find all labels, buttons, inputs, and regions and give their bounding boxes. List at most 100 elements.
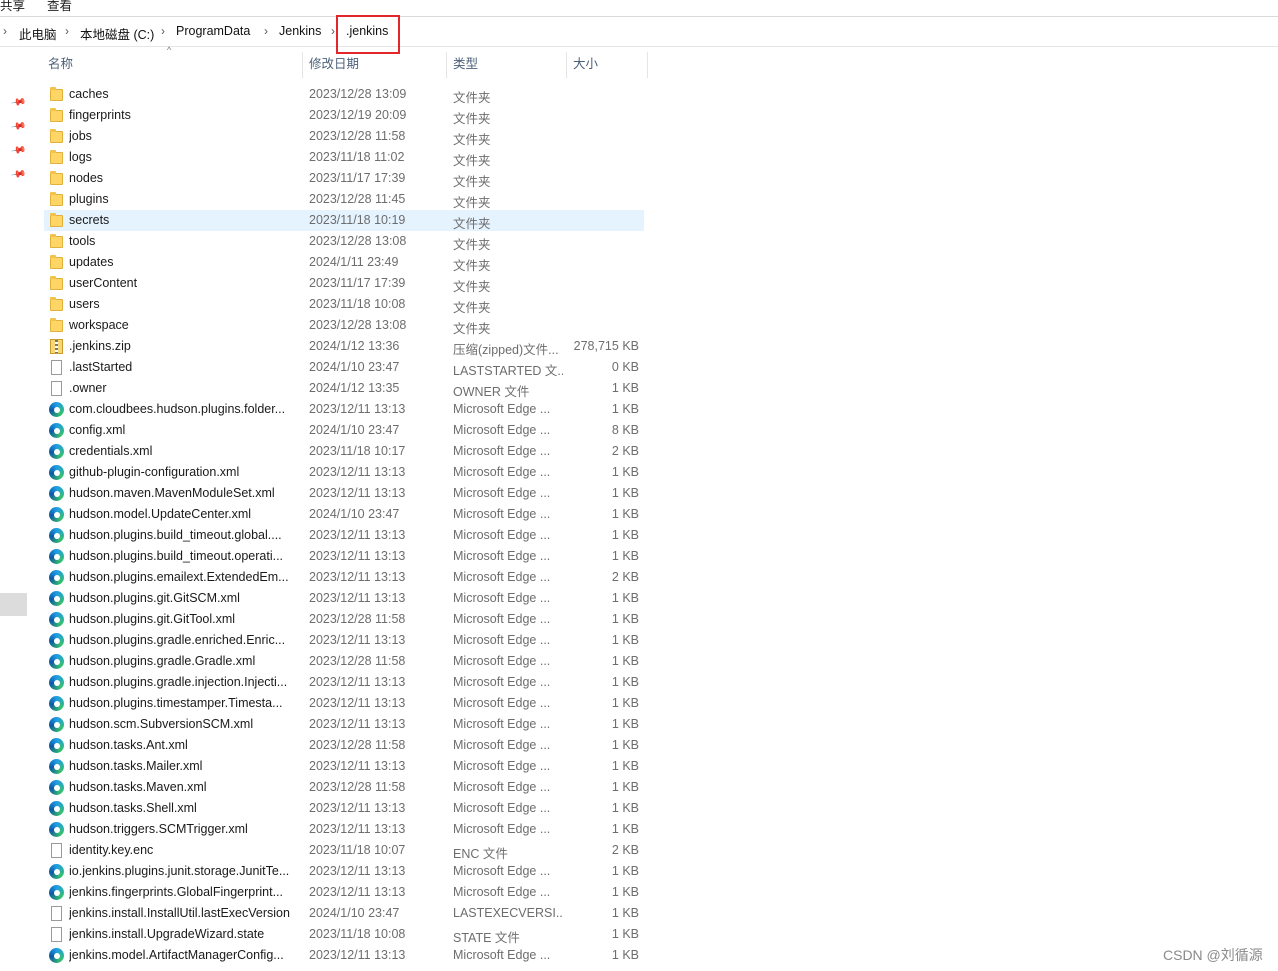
file-row[interactable]: hudson.tasks.Shell.xml 2023/12/11 13:13 Mi… bbox=[44, 798, 644, 819]
file-row[interactable]: logs 2023/11/18 11:02 文件夹 bbox=[44, 147, 644, 168]
file-row[interactable]: fingerprints 2023/12/19 20:09 文件夹 bbox=[44, 105, 644, 126]
file-row[interactable]: nodes 2023/11/17 17:39 文件夹 bbox=[44, 168, 644, 189]
file-row[interactable]: io.jenkins.plugins.junit.storage.JunitTe… bbox=[44, 861, 644, 882]
file-modified-date: 2023/12/28 11:45 bbox=[309, 192, 406, 206]
file-modified-date: 2023/11/18 10:07 bbox=[309, 843, 406, 857]
folder-icon bbox=[49, 192, 64, 207]
file-size: 1 KB bbox=[611, 675, 639, 689]
column-header-date[interactable]: 修改日期 bbox=[303, 50, 446, 78]
file-row[interactable]: .owner 2024/1/12 13:35 OWNER 文件 1 KB bbox=[44, 378, 644, 399]
file-name: hudson.tasks.Ant.xml bbox=[69, 738, 188, 752]
file-row[interactable]: userContent 2023/11/17 17:39 文件夹 bbox=[44, 273, 644, 294]
folder-icon bbox=[49, 297, 64, 312]
breadcrumb-programdata[interactable]: ProgramData bbox=[176, 24, 250, 38]
pin-icon[interactable]: 📌 bbox=[10, 94, 27, 110]
file-row[interactable]: com.cloudbees.hudson.plugins.folder... 20… bbox=[44, 399, 644, 420]
chevron-right-icon[interactable]: › bbox=[65, 24, 69, 38]
file-name: userContent bbox=[69, 276, 138, 290]
file-modified-date: 2023/11/17 17:39 bbox=[309, 171, 406, 185]
folder-icon bbox=[49, 150, 64, 165]
breadcrumb-local-disk[interactable]: 本地磁盘 (C:) bbox=[80, 24, 154, 43]
file-size: 1 KB bbox=[611, 465, 639, 479]
file-row[interactable]: users 2023/11/18 10:08 文件夹 bbox=[44, 294, 644, 315]
edge-icon bbox=[49, 885, 64, 900]
file-icon-shape bbox=[51, 381, 62, 396]
file-type: Microsoft Edge ... bbox=[453, 654, 551, 668]
file-row[interactable]: github-plugin-configuration.xml 2023/12/1… bbox=[44, 462, 644, 483]
file-row[interactable]: caches 2023/12/28 13:09 文件夹 bbox=[44, 84, 644, 105]
file-row[interactable]: secrets 2023/11/18 10:19 文件夹 bbox=[44, 210, 644, 231]
file-modified-date: 2023/12/28 11:58 bbox=[309, 738, 406, 752]
chevron-right-icon[interactable]: › bbox=[161, 24, 165, 38]
file-size: 1 KB bbox=[611, 381, 639, 395]
chevron-right-icon[interactable]: › bbox=[331, 24, 335, 38]
chevron-right-icon[interactable]: › bbox=[3, 24, 7, 38]
breadcrumb-jenkins[interactable]: Jenkins bbox=[279, 24, 321, 38]
file-row[interactable]: jenkins.install.InstallUtil.lastExecVers… bbox=[44, 903, 644, 924]
breadcrumb-this-pc[interactable]: 此电脑 bbox=[19, 24, 57, 43]
file-row[interactable]: hudson.plugins.gradle.injection.Injecti.… bbox=[44, 672, 644, 693]
file-row[interactable]: jenkins.model.ArtifactManagerConfig... 20… bbox=[44, 945, 644, 966]
file-name: jenkins.install.UpgradeWizard.state bbox=[69, 927, 265, 941]
file-row[interactable]: hudson.plugins.gradle.Gradle.xml 2023/12/… bbox=[44, 651, 644, 672]
file-row[interactable]: jenkins.fingerprints.GlobalFingerprint..… bbox=[44, 882, 644, 903]
file-row[interactable]: hudson.plugins.git.GitSCM.xml 2023/12/11 … bbox=[44, 588, 644, 609]
file-row[interactable]: hudson.maven.MavenModuleSet.xml 2023/12/1… bbox=[44, 483, 644, 504]
folder-icon-shape bbox=[50, 297, 63, 311]
file-name: hudson.tasks.Shell.xml bbox=[69, 801, 197, 815]
file-row[interactable]: jenkins.install.UpgradeWizard.state 2023/… bbox=[44, 924, 644, 945]
scrollbar-thumb[interactable] bbox=[0, 593, 27, 616]
file-row[interactable]: hudson.plugins.git.GitTool.xml 2023/12/28… bbox=[44, 609, 644, 630]
file-modified-date: 2023/12/11 13:13 bbox=[309, 822, 406, 836]
ribbon-tab-view[interactable]: 查看 bbox=[47, 0, 72, 14]
chevron-right-icon[interactable]: › bbox=[264, 24, 268, 38]
file-size: 1 KB bbox=[611, 549, 639, 563]
file-name: updates bbox=[69, 255, 114, 269]
file-modified-date: 2023/11/17 17:39 bbox=[309, 276, 406, 290]
file-size: 8 KB bbox=[611, 423, 639, 437]
file-modified-date: 2024/1/10 23:47 bbox=[309, 423, 400, 437]
file-row[interactable]: hudson.tasks.Maven.xml 2023/12/28 11:58 Mi… bbox=[44, 777, 644, 798]
pin-icon[interactable]: 📌 bbox=[10, 142, 27, 158]
file-row[interactable]: updates 2024/1/11 23:49 文件夹 bbox=[44, 252, 644, 273]
folder-icon-shape bbox=[50, 129, 63, 143]
file-row[interactable]: jobs 2023/12/28 11:58 文件夹 bbox=[44, 126, 644, 147]
file-modified-date: 2023/12/11 13:13 bbox=[309, 675, 406, 689]
pin-icon[interactable]: 📌 bbox=[10, 118, 27, 134]
file-row[interactable]: identity.key.enc 2023/11/18 10:07 ENC 文件 2 … bbox=[44, 840, 644, 861]
file-row[interactable]: hudson.plugins.timestamper.Timesta... 202… bbox=[44, 693, 644, 714]
file-row[interactable]: config.xml 2024/1/10 23:47 Microsoft Edge … bbox=[44, 420, 644, 441]
column-header-name[interactable]: 名称 bbox=[42, 50, 302, 78]
file-size: 1 KB bbox=[611, 780, 639, 794]
file-row[interactable]: hudson.plugins.gradle.enriched.Enric... 2… bbox=[44, 630, 644, 651]
file-row[interactable]: .lastStarted 2024/1/10 23:47 LASTSTARTED 文… bbox=[44, 357, 644, 378]
file-row[interactable]: hudson.scm.SubversionSCM.xml 2023/12/11 1… bbox=[44, 714, 644, 735]
file-row[interactable]: hudson.plugins.emailext.ExtendedEm... 202… bbox=[44, 567, 644, 588]
column-header-size[interactable]: 大小 bbox=[567, 50, 647, 78]
file-row[interactable]: .jenkins.zip 2024/1/12 13:36 压缩(zipped)文件.… bbox=[44, 336, 644, 357]
ribbon-tab-share[interactable]: 共享 bbox=[0, 0, 25, 14]
file-type: 文件夹 bbox=[453, 280, 491, 294]
file-row[interactable]: hudson.tasks.Mailer.xml 2023/12/11 13:13 M… bbox=[44, 756, 644, 777]
address-bar[interactable]: › 此电脑 › 本地磁盘 (C:) › ProgramData › Jenkin… bbox=[0, 18, 1278, 47]
file-row[interactable]: workspace 2023/12/28 13:08 文件夹 bbox=[44, 315, 644, 336]
file-row[interactable]: hudson.tasks.Ant.xml 2023/12/28 11:58 Micr… bbox=[44, 735, 644, 756]
file-row[interactable]: credentials.xml 2023/11/18 10:17 Microsoft… bbox=[44, 441, 644, 462]
file-row[interactable]: hudson.plugins.build_timeout.operati... 2… bbox=[44, 546, 644, 567]
file-type: 文件夹 bbox=[453, 322, 491, 336]
file-row[interactable]: tools 2023/12/28 13:08 文件夹 bbox=[44, 231, 644, 252]
file-type: Microsoft Edge ... bbox=[453, 444, 551, 458]
file-row[interactable]: plugins 2023/12/28 11:45 文件夹 bbox=[44, 189, 644, 210]
column-header-type[interactable]: 类型 bbox=[447, 50, 566, 78]
edge-icon bbox=[49, 801, 64, 816]
file-row[interactable]: hudson.plugins.build_timeout.global.... 2… bbox=[44, 525, 644, 546]
edge-icon bbox=[49, 486, 64, 501]
file-modified-date: 2024/1/10 23:47 bbox=[309, 507, 400, 521]
file-modified-date: 2023/12/11 13:13 bbox=[309, 864, 406, 878]
column-divider[interactable] bbox=[647, 52, 648, 78]
pin-icon[interactable]: 📌 bbox=[10, 166, 27, 182]
file-icon bbox=[49, 381, 64, 396]
file-row[interactable]: hudson.model.UpdateCenter.xml 2024/1/10 2… bbox=[44, 504, 644, 525]
file-row[interactable]: hudson.triggers.SCMTrigger.xml 2023/12/11… bbox=[44, 819, 644, 840]
edge-icon-shape bbox=[49, 717, 64, 732]
